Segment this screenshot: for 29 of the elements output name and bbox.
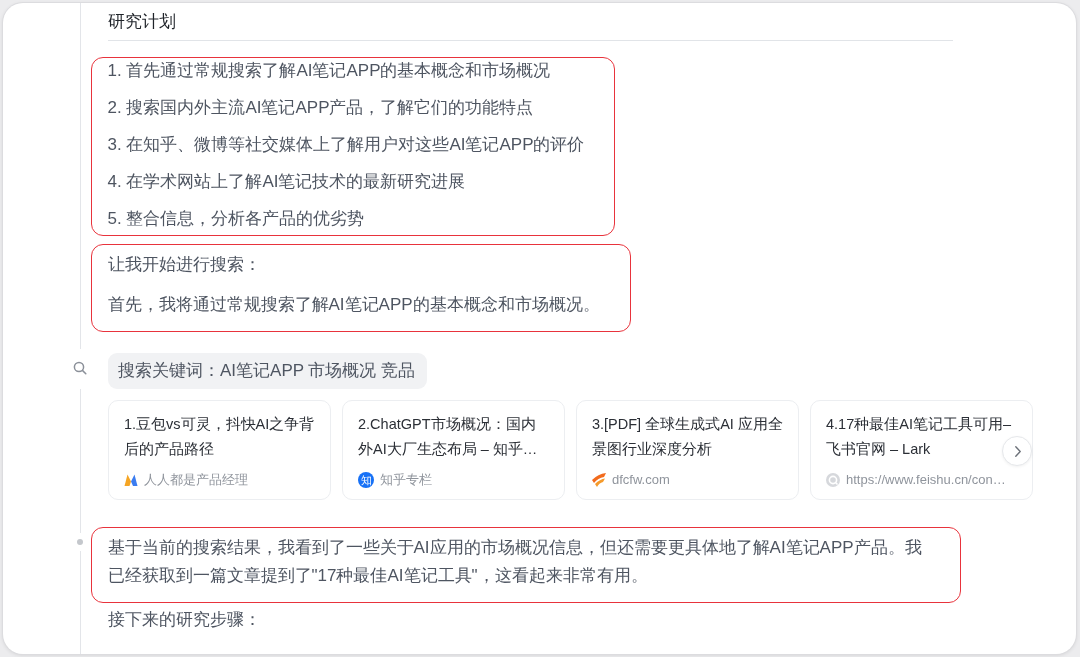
result-title: 3.[PDF] 全球生成式AI 应用全景图行业深度分析	[592, 415, 784, 459]
paragraph: 让我开始进行搜索：	[107, 254, 261, 276]
search-result-card[interactable]: 3.[PDF] 全球生成式AI 应用全景图行业深度分析 dfcfw.com	[576, 400, 799, 500]
paragraph: 首先，我将通过常规搜索了解AI笔记APP的基本概念和市场概况。	[107, 294, 600, 316]
search-icon	[73, 361, 87, 375]
search-result-card[interactable]: 2.ChatGPT市场概况：国内外AI大厂生态布局 – 知乎… 知 知乎专栏	[342, 400, 565, 500]
source-label: 知乎专栏	[380, 471, 432, 489]
result-title: 1.豆包vs可灵，抖快AI之争背后的产品路径	[124, 415, 316, 459]
result-title: 2.ChatGPT市场概况：国内外AI大厂生态布局 – 知乎…	[358, 415, 539, 459]
result-title: 4.17种最佳AI笔记工具可用–飞书官网 – Lark	[826, 415, 1012, 459]
list-item: 2. 搜索国内外主流AI笔记APP产品，了解它们的功能特点	[107, 97, 535, 119]
source-label: 人人都是产品经理	[144, 471, 248, 489]
source-label: https://www.feishu.cn/con…	[846, 471, 1006, 489]
chevron-right-icon	[1015, 445, 1021, 457]
source-label: dfcfw.com	[612, 471, 670, 489]
paragraph: 接下来的研究步骤：	[108, 609, 261, 631]
search-result-card[interactable]: 4.17种最佳AI笔记工具可用–飞书官网 – Lark https://www.feishu.cn/con…	[810, 400, 1033, 500]
site-logo-icon	[124, 473, 138, 487]
search-keywords-chip: 搜索关键词：AI笔记APP 市场概况 竞品	[108, 353, 428, 389]
list-item: 4. 在学术网站上了解AI笔记技术的最新研究进展	[107, 171, 467, 193]
letter-logo-icon: 知	[358, 472, 374, 488]
list-item: 5. 整合信息，分析各产品的优劣势	[107, 208, 366, 230]
swoosh-logo-icon	[592, 473, 606, 487]
list-item: 1. 首先通过常规搜索了解AI笔记APP的基本概念和市场概况	[107, 60, 552, 82]
search-result-card[interactable]: 1.豆包vs可灵，抖快AI之争背后的产品路径 人人都是产品经理	[108, 400, 331, 500]
section-heading: 研究计划	[108, 10, 953, 41]
paragraph: 基于当前的搜索结果，我看到了一些关于AI应用的市场概况信息，但还需要更具体地了解AI笔记APP产品。我已经获取到一篇文章提到了"17种最佳AI笔记工具"，这看起来非常有用。	[107, 537, 923, 587]
ring-logo-icon	[826, 473, 840, 487]
list-item: 3. 在知乎、微博等社交媒体上了解用户对这些AI笔记APP的评价	[107, 134, 585, 156]
